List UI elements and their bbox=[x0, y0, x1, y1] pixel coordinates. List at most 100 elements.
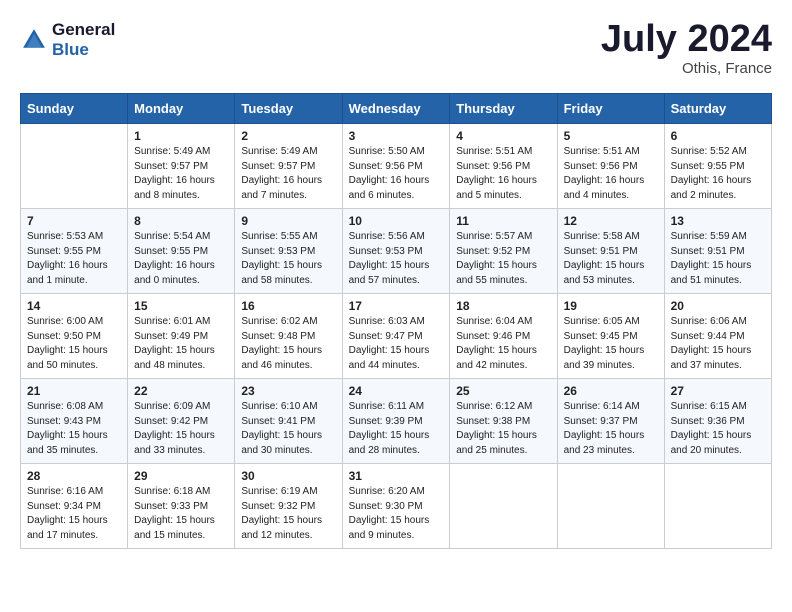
day-number: 21 bbox=[27, 384, 121, 398]
calendar-day-cell: 2 Sunrise: 5:49 AMSunset: 9:57 PMDaylight… bbox=[235, 124, 342, 209]
day-info: Sunrise: 5:58 AMSunset: 9:51 PMDaylight:… bbox=[564, 230, 658, 288]
day-number: 5 bbox=[564, 129, 658, 143]
day-number: 1 bbox=[134, 129, 228, 143]
weekday-header: Friday bbox=[557, 94, 664, 124]
calendar-day-cell: 15Sunrise: 6:01 AMSunset: 9:49 PMDayligh… bbox=[128, 294, 235, 379]
calendar-day-cell: 23 Sunrise: 6:10 AMSunset: 9:41 PMDayligh… bbox=[235, 379, 342, 464]
day-info: Sunrise: 5:49 AMSunset: 9:57 PMDaylight:… bbox=[134, 145, 228, 203]
weekday-header: Wednesday bbox=[342, 94, 450, 124]
calendar-day-cell: 19 Sunrise: 6:05 AMSunset: 9:45 PMDayligh… bbox=[557, 294, 664, 379]
calendar-day-cell bbox=[557, 464, 664, 549]
weekday-header: Sunday bbox=[21, 94, 128, 124]
day-number: 15 bbox=[134, 299, 228, 313]
day-info: Sunrise: 5:53 AMSunset: 9:55 PMDaylight:… bbox=[27, 230, 121, 288]
calendar-day-cell: 9Sunrise: 5:55 AMSunset: 9:53 PMDaylight… bbox=[235, 209, 342, 294]
day-number: 18 bbox=[456, 299, 550, 313]
calendar-day-cell: 13 Sunrise: 5:59 AMSunset: 9:51 PMDayligh… bbox=[664, 209, 771, 294]
calendar-day-cell: 22 Sunrise: 6:09 AMSunset: 9:42 PMDayligh… bbox=[128, 379, 235, 464]
calendar-day-cell: 14Sunrise: 6:00 AMSunset: 9:50 PMDayligh… bbox=[21, 294, 128, 379]
day-number: 10 bbox=[349, 214, 444, 228]
calendar-day-cell: 10 Sunrise: 5:56 AMSunset: 9:53 PMDayligh… bbox=[342, 209, 450, 294]
day-info: Sunrise: 5:49 AMSunset: 9:57 PMDaylight:… bbox=[241, 145, 335, 203]
day-number: 17 bbox=[349, 299, 444, 313]
calendar-week-row: 28Sunrise: 6:16 AMSunset: 9:34 PMDayligh… bbox=[21, 464, 772, 549]
day-info: Sunrise: 6:10 AMSunset: 9:41 PMDaylight:… bbox=[241, 400, 335, 458]
day-number: 30 bbox=[241, 469, 335, 483]
calendar-day-cell: 7 Sunrise: 5:53 AMSunset: 9:55 PMDaylight… bbox=[21, 209, 128, 294]
calendar-day-cell: 31 Sunrise: 6:20 AMSunset: 9:30 PMDayligh… bbox=[342, 464, 450, 549]
day-number: 7 bbox=[27, 214, 121, 228]
logo-text-blue: Blue bbox=[52, 40, 115, 60]
day-info: Sunrise: 6:08 AMSunset: 9:43 PMDaylight:… bbox=[27, 400, 121, 458]
calendar-day-cell: 17 Sunrise: 6:03 AMSunset: 9:47 PMDayligh… bbox=[342, 294, 450, 379]
calendar-day-cell: 12 Sunrise: 5:58 AMSunset: 9:51 PMDayligh… bbox=[557, 209, 664, 294]
calendar-day-cell: 11 Sunrise: 5:57 AMSunset: 9:52 PMDayligh… bbox=[450, 209, 557, 294]
day-info: Sunrise: 6:20 AMSunset: 9:30 PMDaylight:… bbox=[349, 485, 444, 543]
weekday-header: Saturday bbox=[664, 94, 771, 124]
day-info: Sunrise: 5:59 AMSunset: 9:51 PMDaylight:… bbox=[671, 230, 765, 288]
month-title: July 2024 bbox=[601, 20, 772, 58]
weekday-header: Thursday bbox=[450, 94, 557, 124]
day-number: 16 bbox=[241, 299, 335, 313]
day-number: 2 bbox=[241, 129, 335, 143]
day-info: Sunrise: 5:50 AMSunset: 9:56 PMDaylight:… bbox=[349, 145, 444, 203]
day-number: 22 bbox=[134, 384, 228, 398]
day-info: Sunrise: 6:02 AMSunset: 9:48 PMDaylight:… bbox=[241, 315, 335, 373]
calendar-day-cell: 20 Sunrise: 6:06 AMSunset: 9:44 PMDayligh… bbox=[664, 294, 771, 379]
day-number: 25 bbox=[456, 384, 550, 398]
day-info: Sunrise: 6:06 AMSunset: 9:44 PMDaylight:… bbox=[671, 315, 765, 373]
calendar-day-cell: 29 Sunrise: 6:18 AMSunset: 9:33 PMDayligh… bbox=[128, 464, 235, 549]
calendar-day-cell: 24Sunrise: 6:11 AMSunset: 9:39 PMDayligh… bbox=[342, 379, 450, 464]
weekday-header: Tuesday bbox=[235, 94, 342, 124]
day-number: 11 bbox=[456, 214, 550, 228]
day-number: 3 bbox=[349, 129, 444, 143]
day-number: 29 bbox=[134, 469, 228, 483]
day-info: Sunrise: 5:57 AMSunset: 9:52 PMDaylight:… bbox=[456, 230, 550, 288]
calendar-day-cell: 6 Sunrise: 5:52 AMSunset: 9:55 PMDaylight… bbox=[664, 124, 771, 209]
day-number: 12 bbox=[564, 214, 658, 228]
title-block: July 2024 Othis, France bbox=[601, 20, 772, 77]
day-info: Sunrise: 6:11 AMSunset: 9:39 PMDaylight:… bbox=[349, 400, 444, 458]
day-number: 13 bbox=[671, 214, 765, 228]
day-info: Sunrise: 6:03 AMSunset: 9:47 PMDaylight:… bbox=[349, 315, 444, 373]
calendar-day-cell: 27Sunrise: 6:15 AMSunset: 9:36 PMDayligh… bbox=[664, 379, 771, 464]
day-info: Sunrise: 6:14 AMSunset: 9:37 PMDaylight:… bbox=[564, 400, 658, 458]
weekday-header-row: SundayMondayTuesdayWednesdayThursdayFrid… bbox=[21, 94, 772, 124]
day-info: Sunrise: 6:04 AMSunset: 9:46 PMDaylight:… bbox=[456, 315, 550, 373]
day-info: Sunrise: 6:12 AMSunset: 9:38 PMDaylight:… bbox=[456, 400, 550, 458]
calendar-day-cell: 8 Sunrise: 5:54 AMSunset: 9:55 PMDaylight… bbox=[128, 209, 235, 294]
day-number: 19 bbox=[564, 299, 658, 313]
calendar-table: SundayMondayTuesdayWednesdayThursdayFrid… bbox=[20, 93, 772, 549]
calendar-day-cell: 28Sunrise: 6:16 AMSunset: 9:34 PMDayligh… bbox=[21, 464, 128, 549]
day-number: 26 bbox=[564, 384, 658, 398]
calendar-day-cell: 21 Sunrise: 6:08 AMSunset: 9:43 PMDayligh… bbox=[21, 379, 128, 464]
calendar-day-cell bbox=[664, 464, 771, 549]
day-number: 31 bbox=[349, 469, 444, 483]
calendar-day-cell: 25 Sunrise: 6:12 AMSunset: 9:38 PMDayligh… bbox=[450, 379, 557, 464]
calendar-day-cell: 16 Sunrise: 6:02 AMSunset: 9:48 PMDayligh… bbox=[235, 294, 342, 379]
calendar-day-cell: 18 Sunrise: 6:04 AMSunset: 9:46 PMDayligh… bbox=[450, 294, 557, 379]
calendar-day-cell: 26 Sunrise: 6:14 AMSunset: 9:37 PMDayligh… bbox=[557, 379, 664, 464]
calendar-day-cell bbox=[450, 464, 557, 549]
logo-icon bbox=[20, 26, 48, 54]
logo: General Blue bbox=[20, 20, 115, 59]
weekday-header: Monday bbox=[128, 94, 235, 124]
day-info: Sunrise: 6:19 AMSunset: 9:32 PMDaylight:… bbox=[241, 485, 335, 543]
calendar-week-row: 1 Sunrise: 5:49 AMSunset: 9:57 PMDaylight… bbox=[21, 124, 772, 209]
calendar-day-cell: 5Sunrise: 5:51 AMSunset: 9:56 PMDaylight… bbox=[557, 124, 664, 209]
day-info: Sunrise: 6:18 AMSunset: 9:33 PMDaylight:… bbox=[134, 485, 228, 543]
day-info: Sunrise: 6:05 AMSunset: 9:45 PMDaylight:… bbox=[564, 315, 658, 373]
calendar-week-row: 14Sunrise: 6:00 AMSunset: 9:50 PMDayligh… bbox=[21, 294, 772, 379]
day-number: 20 bbox=[671, 299, 765, 313]
day-info: Sunrise: 5:51 AMSunset: 9:56 PMDaylight:… bbox=[456, 145, 550, 203]
day-info: Sunrise: 5:56 AMSunset: 9:53 PMDaylight:… bbox=[349, 230, 444, 288]
day-info: Sunrise: 6:09 AMSunset: 9:42 PMDaylight:… bbox=[134, 400, 228, 458]
day-info: Sunrise: 5:52 AMSunset: 9:55 PMDaylight:… bbox=[671, 145, 765, 203]
day-number: 6 bbox=[671, 129, 765, 143]
day-info: Sunrise: 5:54 AMSunset: 9:55 PMDaylight:… bbox=[134, 230, 228, 288]
calendar-day-cell: 4Sunrise: 5:51 AMSunset: 9:56 PMDaylight… bbox=[450, 124, 557, 209]
page-header: General Blue July 2024 Othis, France bbox=[20, 20, 772, 77]
day-info: Sunrise: 5:55 AMSunset: 9:53 PMDaylight:… bbox=[241, 230, 335, 288]
day-number: 23 bbox=[241, 384, 335, 398]
day-number: 8 bbox=[134, 214, 228, 228]
